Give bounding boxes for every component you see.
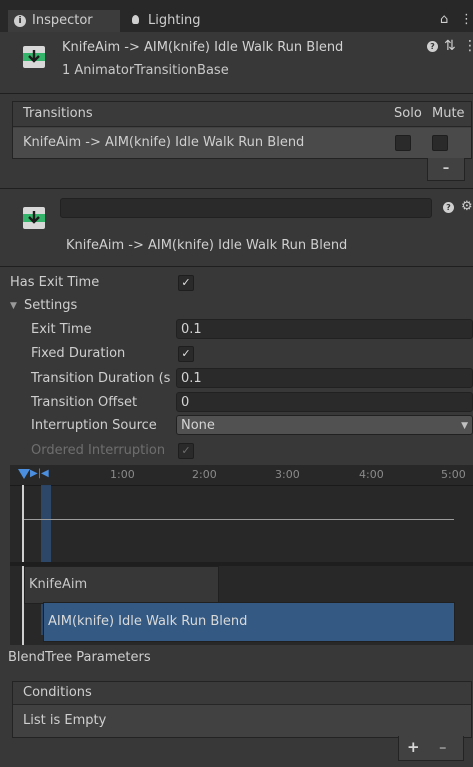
lock-icon[interactable]: ⌂ [440,12,448,27]
exit-time-field[interactable]: 0.1 [176,319,473,339]
tick-label: 1:00 [110,468,135,481]
conditions-empty-text: List is Empty [23,713,107,728]
divider [0,188,473,189]
preset-icon[interactable]: ⇅ [444,38,456,54]
divider [0,266,473,267]
tick-label: 5:00 [441,468,466,481]
has-exit-time-checkbox[interactable]: ✓ [178,275,194,291]
timeline-ruler [10,465,473,486]
blendtree-parameters-label: BlendTree Parameters [8,650,151,665]
mute-checkbox[interactable] [432,135,448,151]
destination-state-label: AIM(knife) Idle Walk Run Blend [48,614,248,629]
transition-handle-icon[interactable]: ▶|◀ [30,468,49,479]
transition-duration-label: Transition Duration (s [31,371,171,386]
transitions-header: Transitions Solo Mute [13,102,471,127]
add-condition-button[interactable]: + [407,738,420,756]
tab-bar: i Inspector Lighting ⌂ ⋮ [0,0,473,32]
remove-transition-button[interactable]: – [427,158,465,181]
interruption-source-dropdown[interactable]: None ▼ [176,415,473,435]
settings-foldout-icon[interactable]: ▼ [10,301,17,311]
transition-asset-icon [22,45,46,69]
mute-column-label: Mute [432,106,465,121]
conditions-footer: + – [398,736,464,761]
help-icon[interactable]: ? [427,41,438,52]
transition-title: KnifeAim -> AIM(knife) Idle Walk Run Ble… [66,238,348,253]
fixed-duration-label: Fixed Duration [31,346,126,361]
list-item[interactable]: KnifeAim -> AIM(knife) Idle Walk Run Ble… [13,128,471,158]
gear-icon[interactable]: ⚙ [461,199,473,214]
tick-label: 4:00 [359,468,384,481]
source-state-label: KnifeAim [29,577,88,592]
tick-label: 3:00 [275,468,300,481]
transition-offset-field[interactable]: 0 [176,392,473,412]
info-icon: i [14,15,26,27]
interruption-source-value: None [181,418,215,433]
lightbulb-icon [132,15,139,24]
header-subtitle: 1 AnimatorTransitionBase [62,63,229,78]
interruption-source-label: Interruption Source [31,418,157,433]
settings-foldout-label[interactable]: Settings [24,298,77,313]
transitions-label: Transitions [23,106,93,121]
transition-duration-field[interactable]: 0.1 [176,368,473,388]
header-menu-icon[interactable]: ⋮ [463,38,473,54]
chevron-down-icon: ▼ [461,421,468,431]
divider [0,93,473,94]
transition-name: KnifeAim -> AIM(knife) Idle Walk Run Ble… [23,135,305,150]
ordered-interruption-label: Ordered Interruption [31,443,166,458]
curve-line [24,519,454,520]
tab-lighting-label: Lighting [148,13,201,28]
tab-inspector[interactable]: i Inspector [8,10,120,32]
solo-column-label: Solo [394,106,422,121]
has-exit-time-label: Has Exit Time [10,275,100,290]
exit-time-label: Exit Time [31,322,92,337]
remove-condition-button[interactable]: – [439,738,447,756]
header-title: KnifeAim -> AIM(knife) Idle Walk Run Ble… [62,40,344,55]
transitions-list: Transitions Solo Mute KnifeAim -> AIM(kn… [12,101,472,159]
tab-inspector-label: Inspector [32,13,93,28]
transition-offset-label: Transition Offset [31,395,138,410]
transition-name-input[interactable] [60,198,432,218]
tick-label: 2:00 [192,468,217,481]
help-icon[interactable]: ? [443,202,454,213]
destination-state-bar[interactable]: AIM(knife) Idle Walk Run Blend [43,602,455,642]
ordered-interruption-checkbox: ✓ [178,443,194,459]
tab-lighting[interactable]: Lighting [126,10,236,32]
conditions-list: Conditions List is Empty [12,681,472,738]
kebab-menu-icon[interactable]: ⋮ [460,12,473,27]
transition-timeline[interactable]: ▶|◀ 1:00 2:00 3:00 4:00 5:00 KnifeAim AI… [10,465,473,645]
conditions-label: Conditions [23,685,92,700]
transition-icon [22,206,46,230]
source-state-bar[interactable]: KnifeAim [24,566,219,604]
conditions-header: Conditions [13,682,471,705]
fixed-duration-checkbox[interactable]: ✓ [178,346,194,362]
solo-checkbox[interactable] [395,135,411,151]
